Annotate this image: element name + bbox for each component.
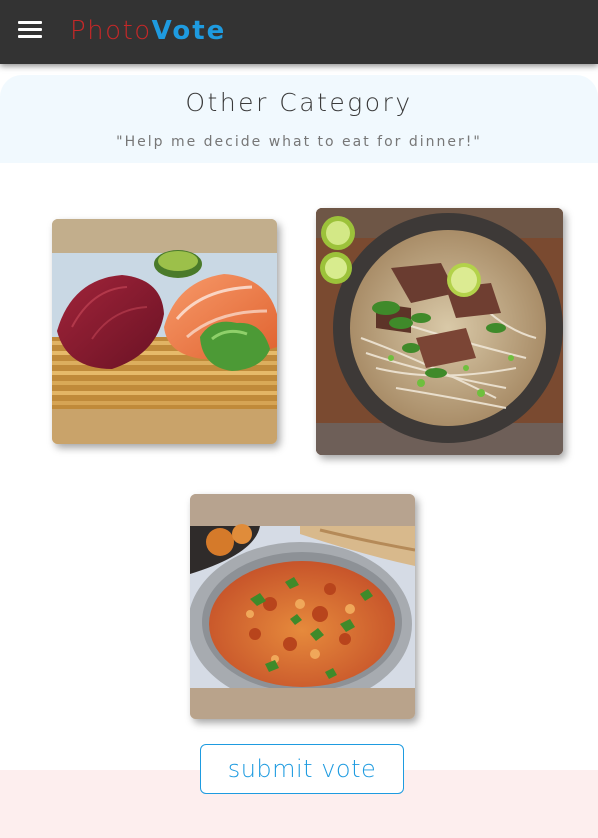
- curry-photo: [190, 494, 415, 719]
- photo-option-sashimi[interactable]: [52, 219, 277, 444]
- pho-photo: [316, 208, 563, 455]
- submit-vote-button[interactable]: submit vote: [200, 744, 404, 794]
- app-logo[interactable]: PhotoVote: [70, 14, 226, 48]
- category-title: Other Category: [185, 88, 413, 117]
- top-navbar: PhotoVote: [0, 0, 598, 64]
- sashimi-photo: [52, 219, 277, 444]
- logo-photo-text: Photo: [70, 16, 152, 46]
- photo-option-pho[interactable]: [316, 208, 563, 455]
- category-subtitle: "Help me decide what to eat for dinner!": [116, 134, 482, 150]
- photo-option-curry[interactable]: [190, 494, 415, 719]
- logo-vote-text: Vote: [151, 16, 227, 46]
- hamburger-menu-icon[interactable]: [18, 21, 42, 39]
